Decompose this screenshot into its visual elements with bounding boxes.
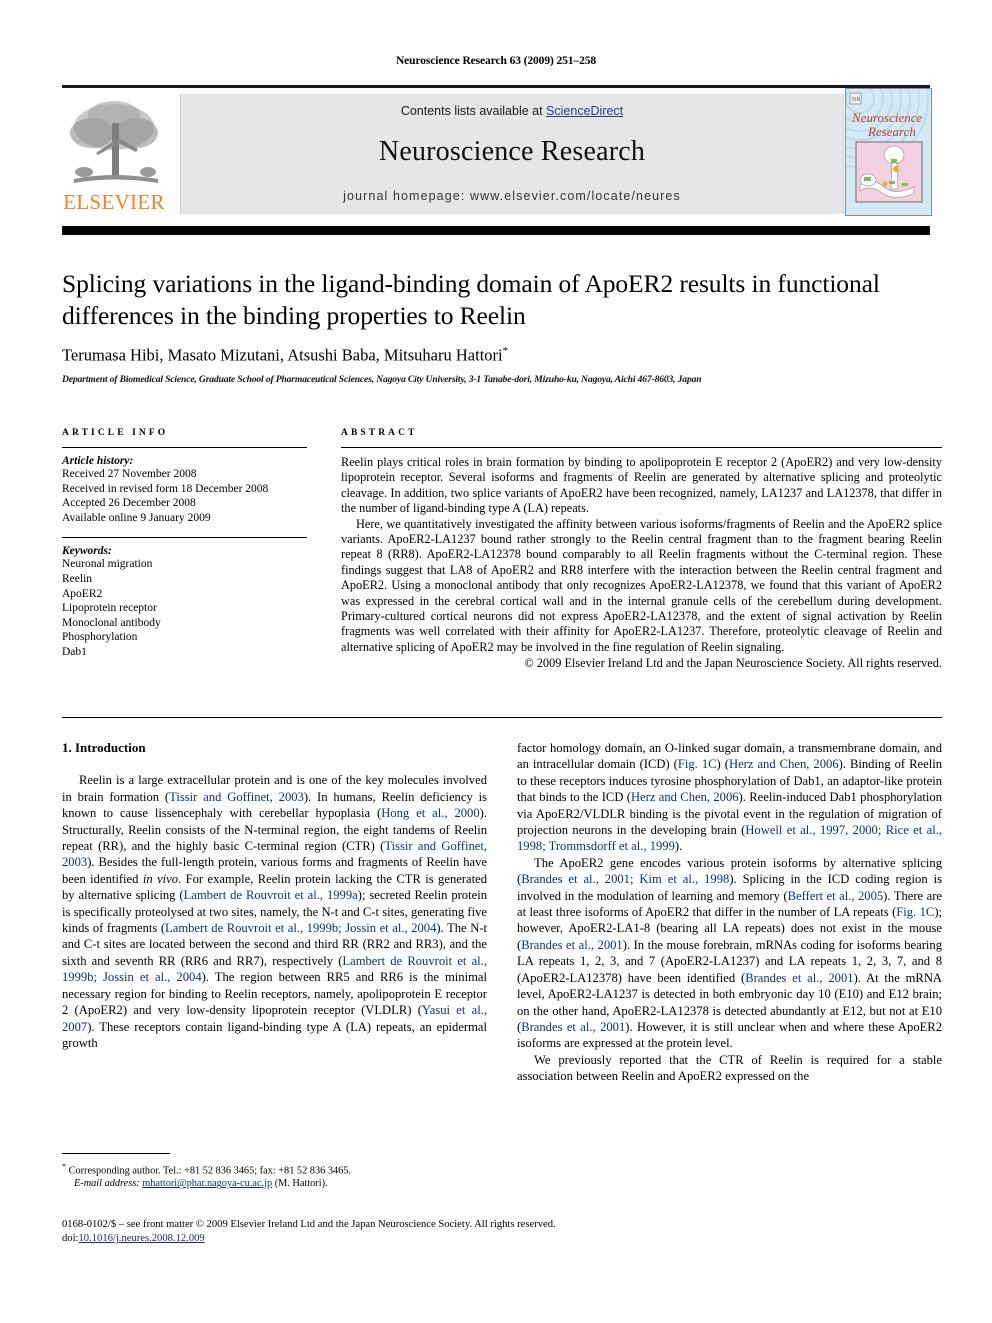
abstract-copyright: © 2009 Elsevier Ireland Ltd and the Japa… <box>524 656 942 671</box>
contents-available-line: Contents lists available at ScienceDirec… <box>181 104 843 118</box>
body-paragraph-right-1: factor homology domain, an O-linked suga… <box>517 741 942 854</box>
email-owner: (M. Hattori). <box>274 1178 328 1190</box>
article-info-block: ARTICLE INFO Article history: Received 2… <box>62 428 307 660</box>
bottom-matter: 0168-0102/$ – see front matter © 2009 El… <box>62 1218 942 1246</box>
elsevier-wordmark: ELSEVIER <box>63 190 165 214</box>
journal-masthead: ELSEVIER Contents lists available at Sci… <box>62 85 932 216</box>
keyword-0: Neuronal migration <box>62 558 153 571</box>
keyword-5: Phosphorylation <box>62 631 138 644</box>
body-paragraph-left-1: Reelin is a large extracellular protein … <box>62 773 488 1050</box>
email-address-label: E-mail address: <box>74 1178 140 1190</box>
page-title: Splicing variations in the ligand-bindin… <box>62 269 880 330</box>
abstract-rule-top <box>341 447 942 448</box>
abstract-paragraph-2: Here, we quantitatively investigated the… <box>341 516 942 654</box>
keyword-4: Monoclonal antibody <box>62 616 161 629</box>
masthead-top-rule <box>62 85 930 88</box>
footnote-body: * Corresponding author. Tel.: +81 52 836… <box>62 1160 487 1190</box>
article-history-2: Accepted 26 December 2008 <box>62 497 196 510</box>
abstract-heading: ABSTRACT <box>341 428 418 438</box>
sciencedirect-link[interactable]: ScienceDirect <box>546 104 623 118</box>
masthead-center-panel: Contents lists available at ScienceDirec… <box>180 94 844 214</box>
running-head: Neuroscience Research 63 (2009) 251–258 <box>395 55 597 67</box>
journal-cover-thumbnail[interactable]: NR Neuroscience Research <box>845 88 932 216</box>
article-history-3: Available online 9 January 2009 <box>62 511 211 524</box>
body-paragraph-right-3: We previously reported that the CTR of R… <box>517 1052 942 1084</box>
abstract-closing-rule <box>62 717 942 718</box>
keyword-1: Reelin <box>62 572 93 585</box>
author-list: Terumasa Hibi, Masato Mizutani, Atsushi … <box>62 345 942 366</box>
doi-label: doi: <box>62 1233 79 1244</box>
footnote-marker: * <box>62 1162 66 1171</box>
elsevier-logo: ELSEVIER <box>62 93 166 215</box>
svg-text:NR: NR <box>852 97 860 103</box>
svg-text:Research: Research <box>867 124 916 139</box>
article-history-0: Received 27 November 2008 <box>62 468 197 480</box>
keyword-2: ApoER2 <box>62 587 103 600</box>
journal-article-page: Neuroscience Research 63 (2009) 251–258 <box>0 0 992 1323</box>
contents-prefix-text: Contents lists available at <box>400 104 547 118</box>
author-affiliation: Department of Biomedical Science, Gradua… <box>62 374 702 385</box>
footnote-rule <box>62 1153 170 1154</box>
body-column-left: 1. Introduction Reelin is a large extrac… <box>62 740 487 1051</box>
body-paragraph-right-2: The ApoER2 gene encodes various protein … <box>517 855 943 1051</box>
keyword-6: Dab1 <box>62 645 87 658</box>
abstract-block: ABSTRACT Reelin plays critical roles in … <box>341 428 942 672</box>
journal-title: Neuroscience Research <box>378 136 646 167</box>
keywords-label: Keywords: <box>62 545 112 558</box>
section-heading-introduction: 1. Introduction <box>62 740 146 755</box>
corresponding-author-footnote: * Corresponding author. Tel.: +81 52 836… <box>62 1153 487 1190</box>
article-history-label: Article history: <box>62 455 134 467</box>
abstract-body: Reelin plays critical roles in brain for… <box>341 455 942 672</box>
doi-line: doi:10.1016/j.neures.2008.12.009 <box>62 1232 942 1246</box>
masthead-bottom-rule <box>62 226 930 235</box>
footnote-email-line: E-mail address: mhattori@phar.nagoya-cu.… <box>62 1177 487 1190</box>
article-info-rule-top <box>62 447 307 448</box>
email-link[interactable]: mhattori@phar.nagoya-cu.ac.jp <box>142 1178 272 1189</box>
article-info-heading: ARTICLE INFO <box>62 428 169 438</box>
corresponding-author-marker[interactable]: * <box>503 345 509 357</box>
body-column-right: factor homology domain, an O-linked suga… <box>517 740 942 1085</box>
footnote-contact-line: Corresponding author. Tel.: +81 52 836 3… <box>68 1165 351 1177</box>
keyword-3: Lipoprotein receptor <box>62 602 157 615</box>
journal-homepage-line[interactable]: journal homepage: www.elsevier.com/locat… <box>181 189 843 203</box>
author-names: Terumasa Hibi, Masato Mizutani, Atsushi … <box>62 345 503 365</box>
article-info-rule-mid <box>62 537 307 539</box>
abstract-paragraph-1: Reelin plays critical roles in brain for… <box>341 455 942 516</box>
doi-link[interactable]: 10.1016/j.neures.2008.12.009 <box>78 1233 204 1244</box>
issn-copyright-line: 0168-0102/$ – see front matter © 2009 El… <box>62 1219 556 1230</box>
article-history-1: Received in revised form 18 December 200… <box>62 482 269 495</box>
svg-text:Neuroscience: Neuroscience <box>851 110 922 125</box>
